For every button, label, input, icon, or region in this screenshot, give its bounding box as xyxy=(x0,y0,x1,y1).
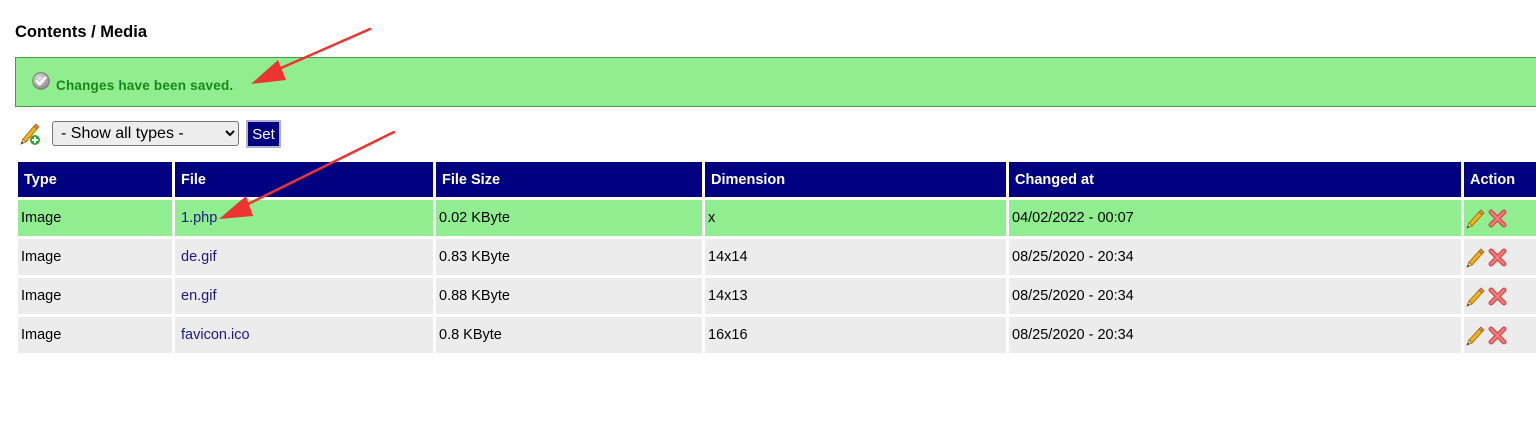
delete-x-icon[interactable] xyxy=(1487,325,1508,346)
edit-pencil-icon[interactable] xyxy=(1466,247,1487,268)
cell-type: Image xyxy=(18,200,172,236)
column-header-dimension: Dimension xyxy=(705,162,1006,197)
cell-changed-at: 08/25/2020 - 20:34 xyxy=(1009,317,1461,353)
delete-x-icon[interactable] xyxy=(1487,247,1508,268)
cell-action xyxy=(1464,278,1536,314)
file-link[interactable]: de.gif xyxy=(181,249,216,265)
type-filter-select[interactable]: - Show all types - xyxy=(52,121,239,146)
edit-pencil-icon[interactable] xyxy=(1466,208,1487,229)
column-header-file-size: File Size xyxy=(436,162,702,197)
column-header-action: Action xyxy=(1464,162,1536,197)
cell-changed-at: 08/25/2020 - 20:34 xyxy=(1009,239,1461,275)
check-circle-icon xyxy=(32,72,50,90)
column-header-type: Type xyxy=(18,162,172,197)
edit-pencil-icon[interactable] xyxy=(1466,325,1487,346)
cell-changed-at: 04/02/2022 - 00:07 xyxy=(1009,200,1461,236)
set-button[interactable]: Set xyxy=(246,120,281,148)
table-row: Image 1.php 0.02 KByte x 04/02/2022 - 00… xyxy=(18,200,1536,236)
cell-file-size: 0.83 KByte xyxy=(436,239,702,275)
page-title: Contents / Media xyxy=(15,23,148,41)
cell-dimension: x xyxy=(705,200,1006,236)
delete-x-icon[interactable] xyxy=(1487,286,1508,307)
cell-type: Image xyxy=(18,239,172,275)
cell-dimension: 16x16 xyxy=(705,317,1006,353)
cell-dimension: 14x14 xyxy=(705,239,1006,275)
notice-message: Changes have been saved. xyxy=(56,78,234,93)
cell-file: de.gif xyxy=(175,239,433,275)
cell-file-size: 0.88 KByte xyxy=(436,278,702,314)
cell-action xyxy=(1464,200,1536,236)
cell-file-size: 0.8 KByte xyxy=(436,317,702,353)
cell-file-size: 0.02 KByte xyxy=(436,200,702,236)
column-header-file: File xyxy=(175,162,433,197)
file-link[interactable]: en.gif xyxy=(181,288,216,304)
edit-pencil-icon[interactable] xyxy=(1466,286,1487,307)
cell-file: favicon.ico xyxy=(175,317,433,353)
cell-type: Image xyxy=(18,278,172,314)
column-header-changed-at: Changed at xyxy=(1009,162,1461,197)
delete-x-icon[interactable] xyxy=(1487,208,1508,229)
table-row: Image de.gif 0.83 KByte 14x14 08/25/2020… xyxy=(18,239,1536,275)
cell-file: en.gif xyxy=(175,278,433,314)
success-notice: Changes have been saved. xyxy=(15,57,1536,107)
file-link[interactable]: favicon.ico xyxy=(181,327,250,343)
cell-changed-at: 08/25/2020 - 20:34 xyxy=(1009,278,1461,314)
cell-file: 1.php xyxy=(175,200,433,236)
cell-action xyxy=(1464,317,1536,353)
table-row: Image en.gif 0.88 KByte 14x13 08/25/2020… xyxy=(18,278,1536,314)
cell-type: Image xyxy=(18,317,172,353)
pencil-plus-icon[interactable] xyxy=(18,122,42,146)
cell-dimension: 14x13 xyxy=(705,278,1006,314)
file-link[interactable]: 1.php xyxy=(181,210,217,226)
cell-action xyxy=(1464,239,1536,275)
table-header-row: Type File File Size Dimension Changed at… xyxy=(18,162,1536,197)
table-row: Image favicon.ico 0.8 KByte 16x16 08/25/… xyxy=(18,317,1536,353)
media-table: Type File File Size Dimension Changed at… xyxy=(15,159,1536,356)
